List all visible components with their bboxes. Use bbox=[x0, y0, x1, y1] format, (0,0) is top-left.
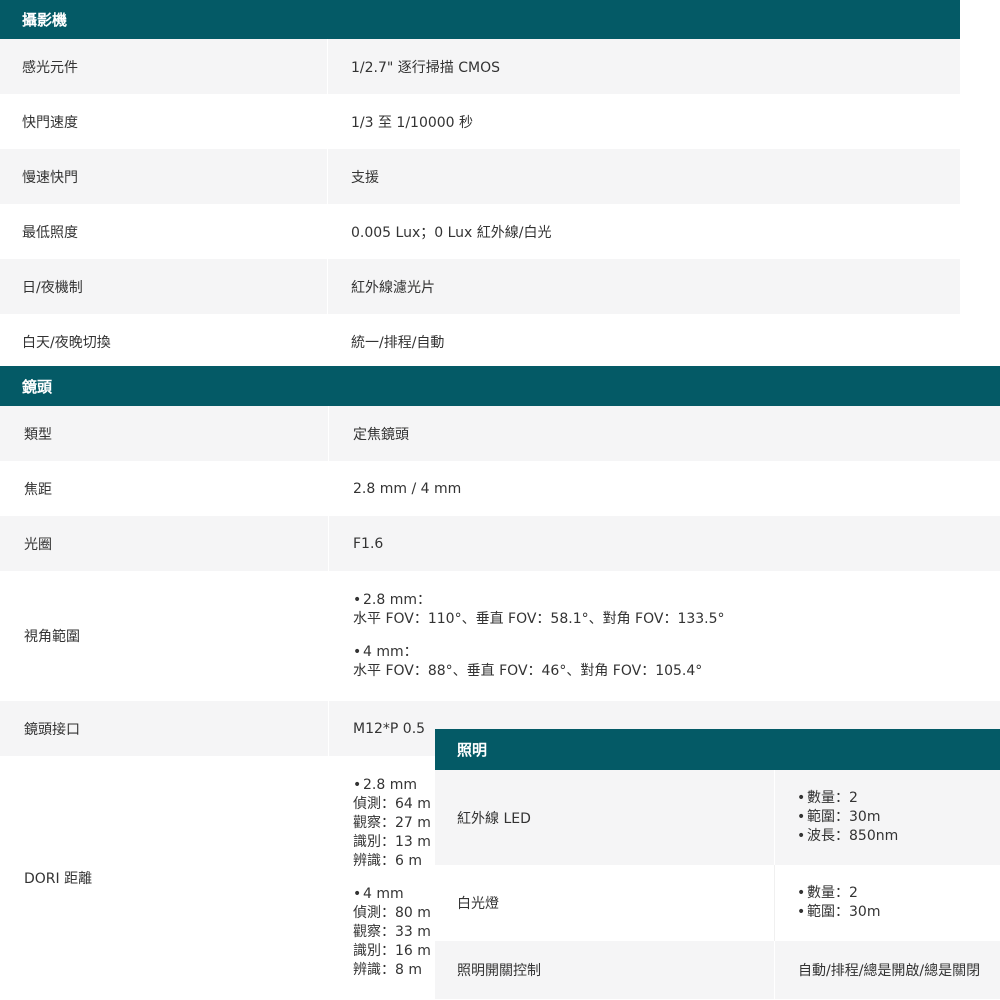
ir-led-item: • 範圍：30m bbox=[797, 808, 880, 827]
dori-line: 觀察：27 m bbox=[353, 815, 431, 831]
fov-group-label: 4 mm： bbox=[363, 644, 418, 660]
spec-value: F1.6 bbox=[353, 535, 384, 552]
white-light-item-text: 數量：2 bbox=[807, 885, 858, 901]
white-light-item: • 範圍：30m bbox=[797, 903, 880, 922]
spec-label: 照明開關控制 bbox=[435, 941, 775, 999]
ir-led-item: • 波長：850nm bbox=[797, 827, 898, 846]
spec-label: DORI 距離 bbox=[0, 756, 329, 1000]
camera-row-day-night-switch: 白天/夜晚切換 統一/排程/自動 bbox=[0, 314, 960, 369]
spec-value: 紅外線濾光片 bbox=[351, 279, 435, 296]
dori-line: 偵測：80 m bbox=[353, 905, 431, 921]
dori-line: 辨識：6 m bbox=[353, 853, 422, 869]
camera-section: 攝影機 感光元件 1/2.7" 逐行掃描 CMOS 快門速度 1/3 至 1/1… bbox=[0, 0, 960, 369]
dori-line: 偵測：64 m bbox=[353, 796, 431, 812]
spec-label: 鏡頭接口 bbox=[0, 701, 329, 756]
spec-label: 白天/夜晚切換 bbox=[0, 314, 328, 369]
bullet: • bbox=[797, 885, 806, 901]
dori-group-label: 2.8 mm bbox=[363, 777, 417, 793]
bullet: • bbox=[353, 777, 362, 793]
ir-led-item-text: 數量：2 bbox=[807, 790, 858, 806]
camera-row-min-illumination: 最低照度 0.005 Lux；0 Lux 紅外線/白光 bbox=[0, 204, 960, 259]
spec-label: 最低照度 bbox=[0, 204, 328, 259]
lighting-row-white-light: 白光燈 • 數量：2 • 範圍：30m bbox=[435, 865, 1000, 941]
dori-group-title: • 2.8 mm bbox=[353, 776, 417, 795]
spec-value: 定焦鏡頭 bbox=[353, 426, 409, 443]
lens-row-aperture: 光圈 F1.6 bbox=[0, 516, 1000, 571]
white-light-value: • 數量：2 • 範圍：30m bbox=[775, 865, 880, 941]
bullet: • bbox=[353, 592, 362, 608]
ir-led-value: • 數量：2 • 範圍：30m • 波長：850nm bbox=[775, 770, 898, 865]
camera-row-shutter-speed: 快門速度 1/3 至 1/10000 秒 bbox=[0, 94, 960, 149]
bullet: • bbox=[797, 828, 806, 844]
spec-label: 慢速快門 bbox=[0, 149, 328, 204]
spec-value: 2.8 mm / 4 mm bbox=[353, 480, 462, 497]
lighting-row-ir-led: 紅外線 LED • 數量：2 • 範圍：30m • 波長：850nm bbox=[435, 770, 1000, 865]
fov-group-title: • 4 mm： bbox=[353, 643, 418, 662]
lens-row-fov: 視角範圍 • 2.8 mm： 水平 FOV：110°、垂直 FOV：58.1°、對… bbox=[0, 571, 1000, 701]
ir-led-item-text: 波長：850nm bbox=[807, 828, 899, 844]
spec-value: M12*P 0.5 bbox=[353, 720, 426, 737]
fov-value: • 2.8 mm： 水平 FOV：110°、垂直 FOV：58.1°、對角 FOV… bbox=[329, 571, 725, 701]
dori-group-title: • 4 mm bbox=[353, 885, 404, 904]
dori-group-label: 4 mm bbox=[363, 886, 404, 902]
bullet: • bbox=[797, 904, 806, 920]
dori-line: 觀察：33 m bbox=[353, 924, 431, 940]
fov-group-detail: 水平 FOV：110°、垂直 FOV：58.1°、對角 FOV：133.5° bbox=[353, 611, 725, 627]
camera-row-slow-shutter: 慢速快門 支援 bbox=[0, 149, 960, 204]
spec-label: 焦距 bbox=[0, 461, 329, 516]
white-light-item-text: 範圍：30m bbox=[807, 904, 881, 920]
spec-value: 0.005 Lux；0 Lux 紅外線/白光 bbox=[351, 224, 552, 241]
spec-value: 統一/排程/自動 bbox=[351, 334, 445, 351]
camera-section-header: 攝影機 bbox=[0, 0, 960, 39]
spec-label: 日/夜機制 bbox=[0, 259, 328, 314]
fov-group-detail: 水平 FOV：88°、垂直 FOV：46°、對角 FOV：105.4° bbox=[353, 663, 703, 679]
bullet: • bbox=[797, 809, 806, 825]
dori-line: 識別：16 m bbox=[353, 943, 431, 959]
spec-label: 白光燈 bbox=[435, 865, 775, 941]
dori-line: 識別：13 m bbox=[353, 834, 431, 850]
spec-label: 快門速度 bbox=[0, 94, 328, 149]
ir-led-item-text: 範圍：30m bbox=[807, 809, 881, 825]
white-light-item: • 數量：2 bbox=[797, 884, 858, 903]
ir-led-item: • 數量：2 bbox=[797, 789, 858, 808]
fov-group-title: • 2.8 mm： bbox=[353, 591, 431, 610]
spec-label: 光圈 bbox=[0, 516, 329, 571]
lighting-row-control: 照明開關控制 自動/排程/總是開啟/總是關閉 bbox=[435, 941, 1000, 999]
spec-label: 視角範圍 bbox=[0, 571, 329, 701]
fov-group-label: 2.8 mm： bbox=[363, 592, 431, 608]
camera-row-sensor: 感光元件 1/2.7" 逐行掃描 CMOS bbox=[0, 39, 960, 94]
spec-value: 1/2.7" 逐行掃描 CMOS bbox=[351, 59, 500, 76]
spec-value: 1/3 至 1/10000 秒 bbox=[351, 114, 474, 131]
lighting-section-header: 照明 bbox=[435, 729, 1000, 770]
dori-value: • 2.8 mm 偵測：64 m 觀察：27 m 識別：13 m 辨識：6 m •… bbox=[329, 756, 431, 1000]
bullet: • bbox=[353, 644, 362, 660]
dori-line: 辨識：8 m bbox=[353, 962, 422, 978]
spec-label: 類型 bbox=[0, 406, 329, 461]
bullet: • bbox=[353, 886, 362, 902]
lens-row-focal-length: 焦距 2.8 mm / 4 mm bbox=[0, 461, 1000, 516]
spec-value: 支援 bbox=[351, 169, 379, 186]
lighting-section: 照明 紅外線 LED • 數量：2 • 範圍：30m • 波長：850nm 白光燈 •… bbox=[435, 729, 1000, 999]
spec-label: 紅外線 LED bbox=[435, 770, 775, 865]
spec-value: 自動/排程/總是開啟/總是關閉 bbox=[798, 963, 981, 979]
lens-section-header: 鏡頭 bbox=[0, 366, 1000, 406]
spec-label: 感光元件 bbox=[0, 39, 328, 94]
camera-row-day-night: 日/夜機制 紅外線濾光片 bbox=[0, 259, 960, 314]
lens-row-type: 類型 定焦鏡頭 bbox=[0, 406, 1000, 461]
bullet: • bbox=[797, 790, 806, 806]
